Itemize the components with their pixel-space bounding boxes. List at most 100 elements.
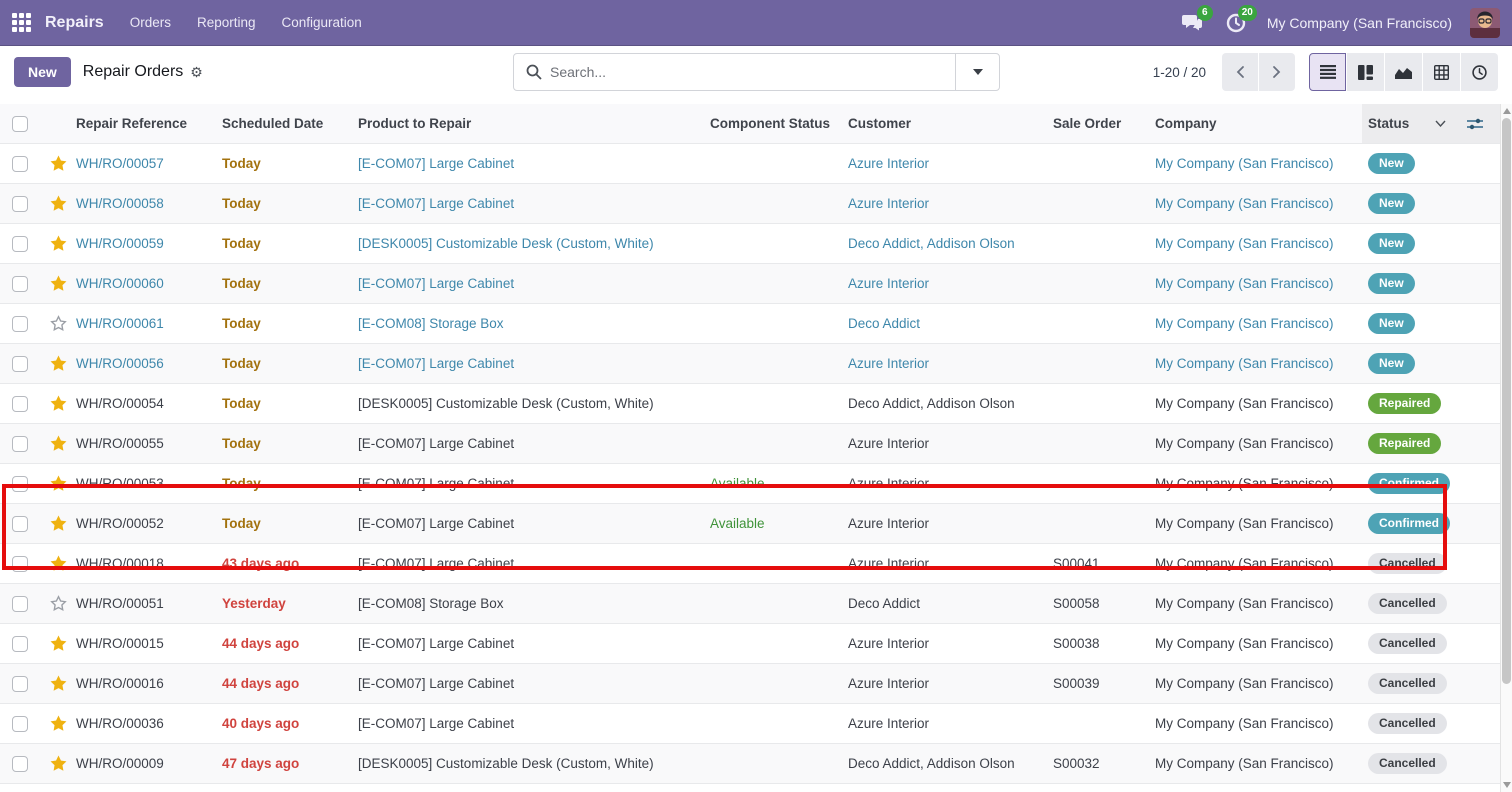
row-checkbox[interactable] xyxy=(12,196,28,212)
favorite-star-icon[interactable] xyxy=(40,555,76,572)
favorite-star-icon[interactable] xyxy=(40,515,76,532)
table-row[interactable]: WH/RO/00058 Today [E-COM07] Large Cabine… xyxy=(0,184,1500,224)
table-row[interactable]: WH/RO/00059 Today [DESK0005] Customizabl… xyxy=(0,224,1500,264)
apps-grid-icon[interactable] xyxy=(12,13,31,32)
cell-repair-reference[interactable]: WH/RO/00059 xyxy=(76,236,222,251)
cell-repair-reference[interactable]: WH/RO/00053 xyxy=(76,476,222,491)
cell-company[interactable]: My Company (San Francisco) xyxy=(1155,316,1362,331)
table-row[interactable]: WH/RO/00051 Yesterday [E-COM08] Storage … xyxy=(0,584,1500,624)
cell-customer[interactable]: Deco Addict xyxy=(848,596,1053,611)
cell-scheduled-date[interactable]: Yesterday xyxy=(222,596,358,611)
cell-scheduled-date[interactable]: Today xyxy=(222,396,358,411)
row-checkbox[interactable] xyxy=(12,356,28,372)
table-row[interactable]: WH/RO/00009 47 days ago [DESK0005] Custo… xyxy=(0,744,1500,784)
cell-product[interactable]: [E-COM07] Large Cabinet xyxy=(358,156,706,171)
cell-product[interactable]: [E-COM07] Large Cabinet xyxy=(358,556,706,571)
cell-repair-reference[interactable]: WH/RO/00036 xyxy=(76,716,222,731)
cell-scheduled-date[interactable]: Today xyxy=(222,516,358,531)
cell-sale-order[interactable]: S00032 xyxy=(1053,756,1155,771)
row-checkbox[interactable] xyxy=(12,156,28,172)
table-row[interactable]: WH/RO/00057 Today [E-COM07] Large Cabine… xyxy=(0,144,1500,184)
table-row[interactable]: WH/RO/00036 40 days ago [E-COM07] Large … xyxy=(0,704,1500,744)
cell-customer[interactable]: Azure Interior xyxy=(848,356,1053,371)
cell-product[interactable]: [DESK0005] Customizable Desk (Custom, Wh… xyxy=(358,756,706,771)
favorite-star-icon[interactable] xyxy=(40,595,76,612)
list-view-button[interactable] xyxy=(1309,53,1346,91)
cell-company[interactable]: My Company (San Francisco) xyxy=(1155,636,1362,651)
cell-customer[interactable]: Azure Interior xyxy=(848,556,1053,571)
column-header-status[interactable]: Status xyxy=(1362,104,1458,143)
favorite-star-icon[interactable] xyxy=(40,195,76,212)
cell-product[interactable]: [E-COM08] Storage Box xyxy=(358,316,706,331)
row-checkbox[interactable] xyxy=(12,396,28,412)
cell-customer[interactable]: Azure Interior xyxy=(848,156,1053,171)
favorite-star-icon[interactable] xyxy=(40,675,76,692)
cell-customer[interactable]: Deco Addict, Addison Olson xyxy=(848,236,1053,251)
cell-company[interactable]: My Company (San Francisco) xyxy=(1155,716,1362,731)
row-checkbox[interactable] xyxy=(12,436,28,452)
cell-company[interactable]: My Company (San Francisco) xyxy=(1155,676,1362,691)
app-name[interactable]: Repairs xyxy=(45,14,104,32)
row-checkbox[interactable] xyxy=(12,676,28,692)
row-checkbox[interactable] xyxy=(12,756,28,772)
cell-scheduled-date[interactable]: Today xyxy=(222,156,358,171)
column-header-component-status[interactable]: Component Status xyxy=(706,116,848,131)
cell-repair-reference[interactable]: WH/RO/00009 xyxy=(76,756,222,771)
cell-repair-reference[interactable]: WH/RO/00052 xyxy=(76,516,222,531)
scrollbar-thumb[interactable] xyxy=(1502,118,1511,684)
cell-sale-order[interactable]: S00058 xyxy=(1053,596,1155,611)
cell-sale-order[interactable]: S00041 xyxy=(1053,556,1155,571)
menu-orders[interactable]: Orders xyxy=(130,15,171,30)
pager-previous-button[interactable] xyxy=(1222,53,1258,91)
cell-repair-reference[interactable]: WH/RO/00054 xyxy=(76,396,222,411)
pager-next-button[interactable] xyxy=(1259,53,1295,91)
row-checkbox[interactable] xyxy=(12,596,28,612)
select-all-checkbox[interactable] xyxy=(12,116,28,132)
favorite-star-icon[interactable] xyxy=(40,355,76,372)
favorite-star-icon[interactable] xyxy=(40,435,76,452)
row-checkbox[interactable] xyxy=(12,236,28,252)
cell-repair-reference[interactable]: WH/RO/00016 xyxy=(76,676,222,691)
favorite-star-icon[interactable] xyxy=(40,395,76,412)
cell-scheduled-date[interactable]: Today xyxy=(222,316,358,331)
graph-view-button[interactable] xyxy=(1385,53,1422,91)
cell-customer[interactable]: Deco Addict, Addison Olson xyxy=(848,756,1053,771)
cell-repair-reference[interactable]: WH/RO/00018 xyxy=(76,556,222,571)
user-avatar[interactable] xyxy=(1470,8,1500,38)
table-row[interactable]: WH/RO/00016 44 days ago [E-COM07] Large … xyxy=(0,664,1500,704)
optional-columns-toggle[interactable] xyxy=(1458,104,1500,143)
cell-repair-reference[interactable]: WH/RO/00015 xyxy=(76,636,222,651)
column-header-customer[interactable]: Customer xyxy=(848,116,1053,131)
cell-product[interactable]: [E-COM07] Large Cabinet xyxy=(358,356,706,371)
cell-customer[interactable]: Azure Interior xyxy=(848,516,1053,531)
cell-customer[interactable]: Azure Interior xyxy=(848,436,1053,451)
company-switcher[interactable]: My Company (San Francisco) xyxy=(1267,15,1452,31)
cell-company[interactable]: My Company (San Francisco) xyxy=(1155,516,1362,531)
cell-product[interactable]: [E-COM08] Storage Box xyxy=(358,596,706,611)
column-header-company[interactable]: Company xyxy=(1155,116,1362,131)
table-row[interactable]: WH/RO/00052 Today [E-COM07] Large Cabine… xyxy=(0,504,1500,544)
new-button[interactable]: New xyxy=(14,57,71,87)
cell-company[interactable]: My Company (San Francisco) xyxy=(1155,196,1362,211)
row-checkbox[interactable] xyxy=(12,636,28,652)
favorite-star-icon[interactable] xyxy=(40,155,76,172)
cell-scheduled-date[interactable]: 40 days ago xyxy=(222,716,358,731)
cell-customer[interactable]: Deco Addict, Addison Olson xyxy=(848,396,1053,411)
activities-icon[interactable]: 20 xyxy=(1223,11,1249,35)
favorite-star-icon[interactable] xyxy=(40,275,76,292)
row-checkbox[interactable] xyxy=(12,476,28,492)
cell-product[interactable]: [E-COM07] Large Cabinet xyxy=(358,436,706,451)
table-row[interactable]: WH/RO/00018 43 days ago [E-COM07] Large … xyxy=(0,544,1500,584)
cell-repair-reference[interactable]: WH/RO/00057 xyxy=(76,156,222,171)
menu-configuration[interactable]: Configuration xyxy=(282,15,362,30)
cell-product[interactable]: [E-COM07] Large Cabinet xyxy=(358,636,706,651)
cell-customer[interactable]: Azure Interior xyxy=(848,636,1053,651)
cell-company[interactable]: My Company (San Francisco) xyxy=(1155,236,1362,251)
messages-icon[interactable]: 6 xyxy=(1179,11,1205,35)
cell-scheduled-date[interactable]: Today xyxy=(222,436,358,451)
cell-product[interactable]: [E-COM07] Large Cabinet xyxy=(358,676,706,691)
cell-customer[interactable]: Azure Interior xyxy=(848,476,1053,491)
row-checkbox[interactable] xyxy=(12,716,28,732)
favorite-star-icon[interactable] xyxy=(40,315,76,332)
row-checkbox[interactable] xyxy=(12,276,28,292)
